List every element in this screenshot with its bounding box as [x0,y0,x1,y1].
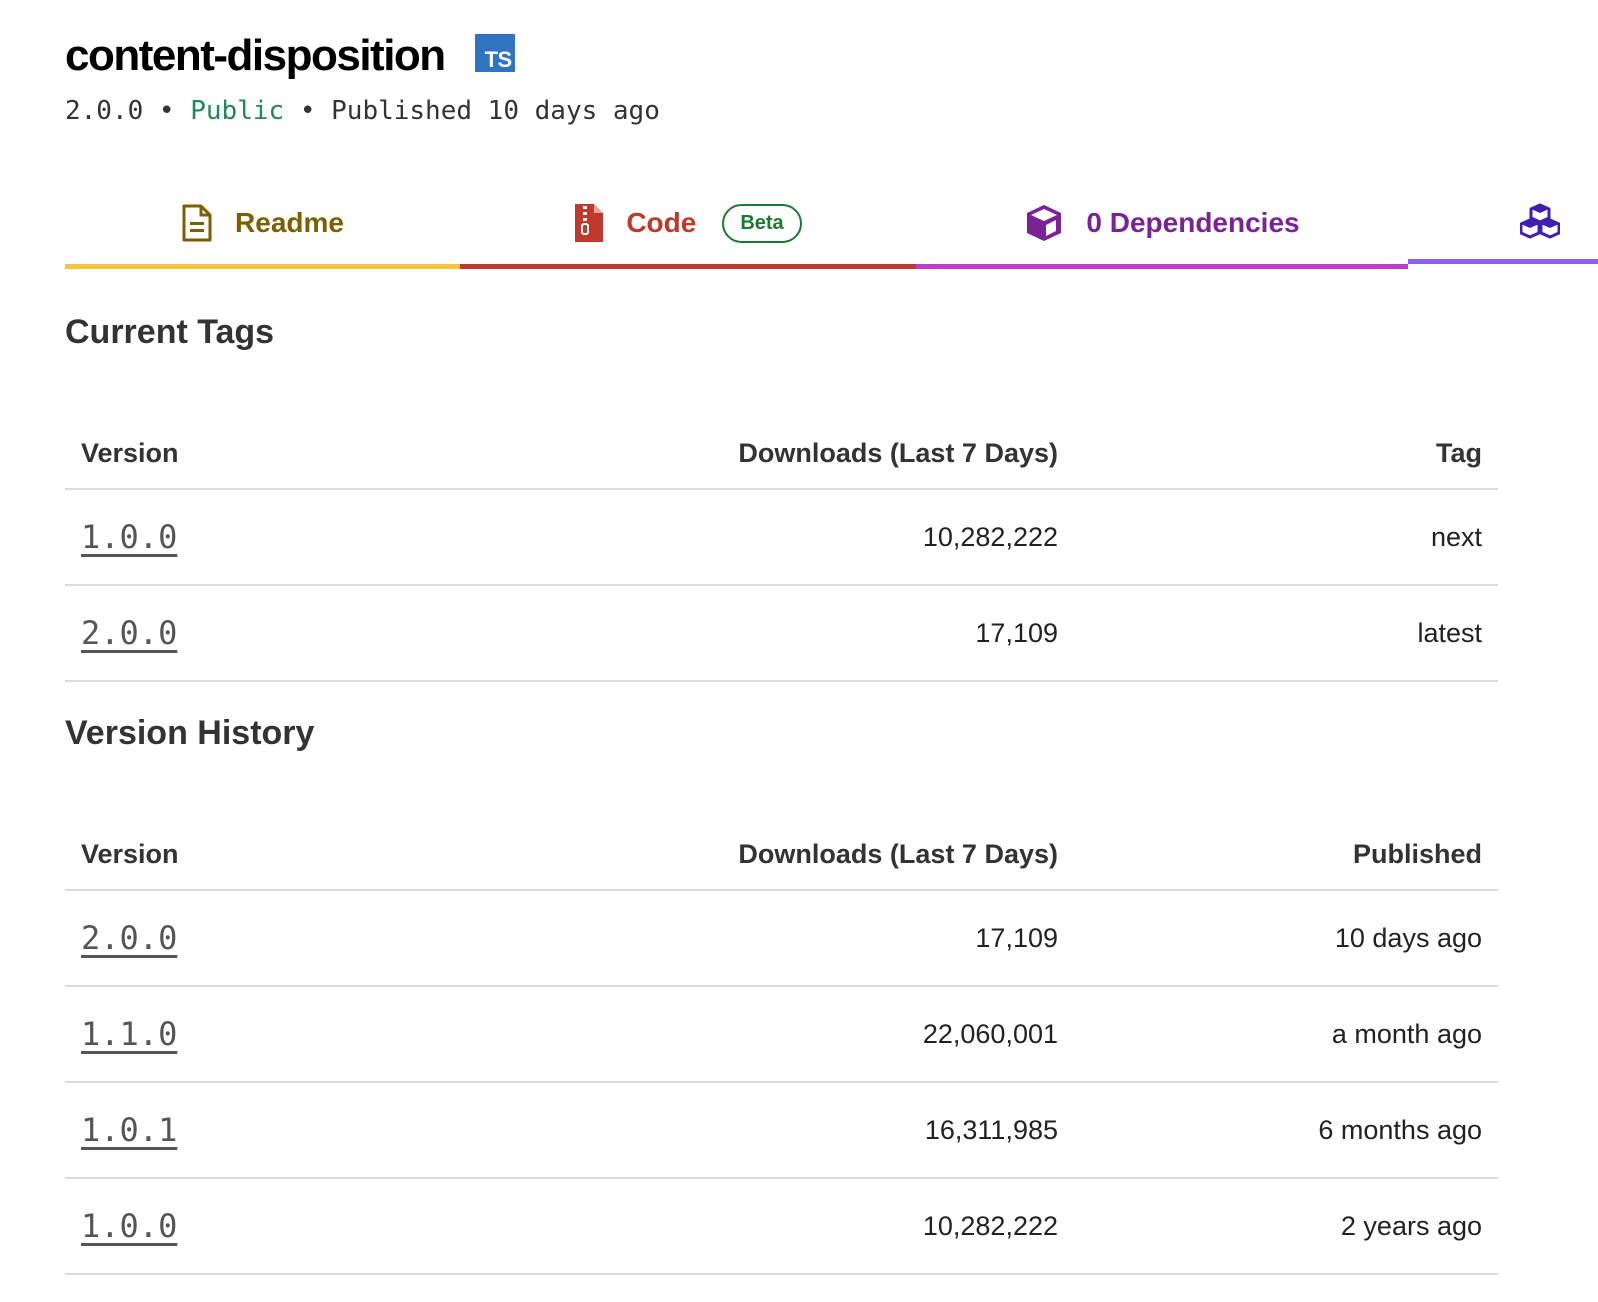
column-header-published: Published [1074,819,1498,891]
published-cell: a month ago [1074,986,1498,1083]
version-history-table: Version Downloads (Last 7 Days) Publishe… [65,819,1498,1275]
version-history-title: Version History [65,714,315,752]
package-version: 2.0.0 [65,96,144,126]
tab-readme[interactable]: Readme [65,182,460,269]
package-meta: 2.0.0 • Public • Published 10 days ago [65,96,660,126]
downloads-cell: 17,109 [497,585,1074,682]
tab-code[interactable]: Code Beta [460,182,916,269]
column-header-tag: Tag [1074,418,1498,490]
tab-dependencies[interactable]: 0 Dependencies [916,182,1408,269]
table-row: 1.0.0 10,282,222 2 years ago [65,1178,1498,1275]
version-link[interactable]: 1.0.1 [81,1111,177,1149]
package-header: content-disposition TS 2.0.0 • Public • … [65,28,660,126]
table-header-row: Version Downloads (Last 7 Days) Tag [65,418,1498,490]
table-header-row: Version Downloads (Last 7 Days) Publishe… [65,819,1498,891]
table-row: 1.0.0 10,282,222 next [65,489,1498,586]
dependents-cubes-icon [1520,203,1560,239]
published-cell: 10 days ago [1074,890,1498,987]
package-name: content-disposition [65,31,446,80]
version-link[interactable]: 1.0.0 [81,1207,177,1245]
table-row: 1.0.1 16,311,985 6 months ago [65,1082,1498,1179]
table-row: 2.0.0 17,109 latest [65,585,1498,682]
current-tags-title: Current Tags [65,313,275,351]
downloads-cell: 22,060,001 [497,986,1074,1083]
version-link[interactable]: 2.0.0 [81,919,177,957]
column-header-downloads: Downloads (Last 7 Days) [497,418,1074,490]
downloads-cell: 16,311,985 [497,1082,1074,1179]
tag-cell: latest [1074,585,1498,682]
tag-cell: next [1074,489,1498,586]
published-label: Published 10 days ago [331,96,660,126]
visibility-label: Public [190,96,285,126]
tab-dependents[interactable] [1408,182,1598,264]
table-row: 2.0.0 17,109 10 days ago [65,890,1498,987]
zip-file-icon [574,203,604,243]
version-link[interactable]: 1.0.0 [81,518,177,556]
column-header-version: Version [65,819,497,891]
downloads-cell: 10,282,222 [497,1178,1074,1275]
column-header-downloads: Downloads (Last 7 Days) [497,819,1074,891]
beta-badge: Beta [722,203,802,243]
downloads-cell: 17,109 [497,890,1074,987]
column-header-version: Version [65,418,497,490]
published-cell: 6 months ago [1074,1082,1498,1179]
readme-doc-icon [181,204,213,242]
current-tags-table: Version Downloads (Last 7 Days) Tag 1.0.… [65,418,1498,682]
table-row: 1.1.0 22,060,001 a month ago [65,986,1498,1083]
downloads-cell: 10,282,222 [497,489,1074,586]
version-link[interactable]: 2.0.0 [81,614,177,652]
package-cube-icon [1024,203,1064,243]
version-link[interactable]: 1.1.0 [81,1015,177,1053]
published-cell: 2 years ago [1074,1178,1498,1275]
package-tabs: Readme Code Beta 0 Dependencies [65,182,1598,269]
typescript-icon: TS [474,34,515,72]
